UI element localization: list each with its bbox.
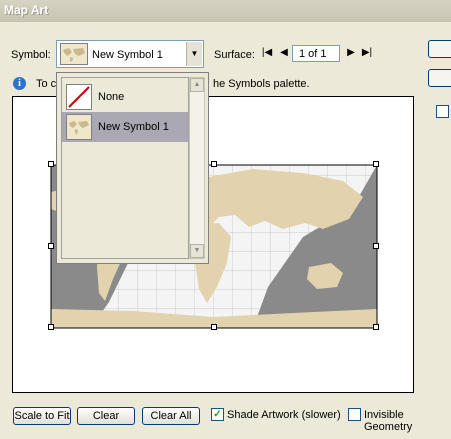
preview-checkbox[interactable]	[436, 105, 449, 118]
next-page-icon[interactable]: ▶	[344, 46, 358, 60]
window-title: Map Art	[4, 3, 49, 17]
page-value: 1 of 1	[299, 48, 327, 60]
info-text-right: he Symbols palette.	[213, 78, 310, 90]
shade-artwork-checkbox[interactable]: ✓	[211, 408, 224, 421]
prev-page-icon[interactable]: ◀	[277, 46, 291, 60]
cancel-button[interactable]	[428, 69, 451, 87]
scroll-down-icon[interactable]: ▼	[190, 244, 204, 258]
symbol-thumbnail-icon	[66, 114, 92, 140]
symbol-label: Symbol:	[11, 49, 51, 61]
page-field[interactable]: 1 of 1	[292, 45, 340, 62]
resize-handle-b[interactable]	[211, 324, 217, 330]
resize-handle-l[interactable]	[48, 243, 54, 249]
chevron-down-icon[interactable]: ▼	[186, 42, 202, 66]
dropdown-scrollbar[interactable]: ▲ ▼	[189, 77, 205, 259]
shade-artwork-label: Shade Artwork (slower)	[227, 409, 341, 421]
symbol-select[interactable]: New Symbol 1 ▼	[56, 40, 204, 68]
last-page-icon[interactable]: ▶|	[360, 46, 374, 60]
symbol-option-new-symbol-1[interactable]: New Symbol 1	[62, 112, 188, 142]
resize-handle-br[interactable]	[373, 324, 379, 330]
invisible-geometry-label: Invisible Geometry	[364, 409, 413, 433]
symbol-option-none[interactable]: None	[62, 82, 188, 112]
none-swatch-icon	[66, 84, 92, 110]
title-bar: Map Art	[0, 0, 451, 22]
clear-button[interactable]: Clear	[77, 407, 135, 425]
info-text-left: To c	[36, 78, 57, 90]
resize-handle-tr[interactable]	[373, 161, 379, 167]
resize-handle-r[interactable]	[373, 243, 379, 249]
clear-all-button[interactable]: Clear All	[142, 407, 200, 425]
ok-button[interactable]	[428, 40, 451, 58]
invisible-geometry-checkbox[interactable]	[348, 408, 361, 421]
symbol-list: None New Symbol 1	[61, 77, 189, 259]
first-page-icon[interactable]: |◀	[260, 46, 274, 60]
resize-handle-t[interactable]	[211, 161, 217, 167]
symbol-select-value: New Symbol 1	[92, 49, 163, 61]
resize-handle-tl[interactable]	[48, 161, 54, 167]
scroll-up-icon[interactable]: ▲	[190, 78, 204, 92]
surface-label: Surface:	[214, 49, 255, 61]
symbol-thumbnail	[60, 43, 88, 65]
info-icon: i	[13, 77, 26, 90]
symbol-dropdown-list[interactable]: None New Symbol 1 ▲ ▼	[56, 72, 209, 264]
scale-to-fit-button[interactable]: Scale to Fit	[13, 407, 71, 425]
symbol-option-label: New Symbol 1	[98, 121, 169, 133]
symbol-option-label: None	[98, 91, 125, 103]
resize-handle-bl[interactable]	[48, 324, 54, 330]
